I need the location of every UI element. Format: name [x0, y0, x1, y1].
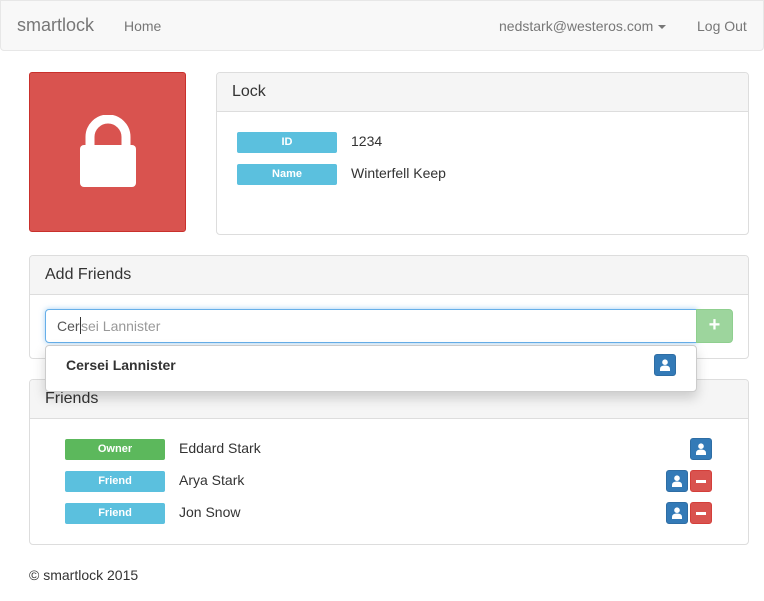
nav-home-link[interactable]: Home [124, 18, 161, 34]
lock-panel-title: Lock [217, 73, 748, 112]
autocomplete-dropdown: Cersei Lannister [45, 345, 697, 392]
friend-name: Eddard Stark [179, 440, 261, 456]
search-typed-text: Cer [57, 318, 80, 334]
role-badge-owner: Owner [65, 439, 165, 460]
footer-copyright: © smartlock 2015 [29, 567, 139, 583]
suggestion-name: Cersei Lannister [66, 357, 176, 373]
caret-down-icon[interactable] [658, 25, 666, 29]
add-friends-panel: Add Friends [29, 255, 749, 359]
add-friend-button[interactable]: + [696, 309, 733, 343]
id-label: ID [237, 132, 337, 153]
logout-link[interactable]: Log Out [697, 18, 747, 34]
user-profile-button[interactable] [666, 502, 688, 524]
minus-icon [696, 511, 706, 515]
name-label: Name [237, 164, 337, 185]
lock-icon [80, 115, 136, 187]
add-friends-title: Add Friends [30, 256, 748, 295]
user-menu-dropdown[interactable]: nedstark@westeros.com [499, 18, 653, 34]
user-profile-button[interactable] [690, 438, 712, 460]
role-badge-friend: Friend [65, 503, 165, 524]
minus-icon [696, 479, 706, 483]
plus-icon: + [708, 314, 721, 336]
search-autocomplete-hint: sei Lannister [81, 318, 161, 334]
user-profile-button[interactable] [666, 470, 688, 492]
user-icon [672, 475, 682, 487]
id-value: 1234 [351, 133, 383, 149]
role-badge-friend: Friend [65, 471, 165, 492]
lock-status-tile[interactable] [29, 72, 186, 232]
user-icon [660, 359, 670, 371]
user-icon [672, 507, 682, 519]
friend-name: Jon Snow [179, 504, 241, 520]
suggestion-user-button[interactable] [654, 354, 676, 376]
lock-panel: Lock [216, 72, 749, 235]
navbar: smartlock Home nedstark@westeros.com Log… [0, 0, 764, 51]
remove-friend-button[interactable] [690, 470, 712, 492]
user-icon [696, 443, 706, 455]
friend-name: Arya Stark [179, 472, 245, 488]
brand-link[interactable]: smartlock [17, 15, 94, 36]
name-value: Winterfell Keep [351, 165, 446, 181]
remove-friend-button[interactable] [690, 502, 712, 524]
